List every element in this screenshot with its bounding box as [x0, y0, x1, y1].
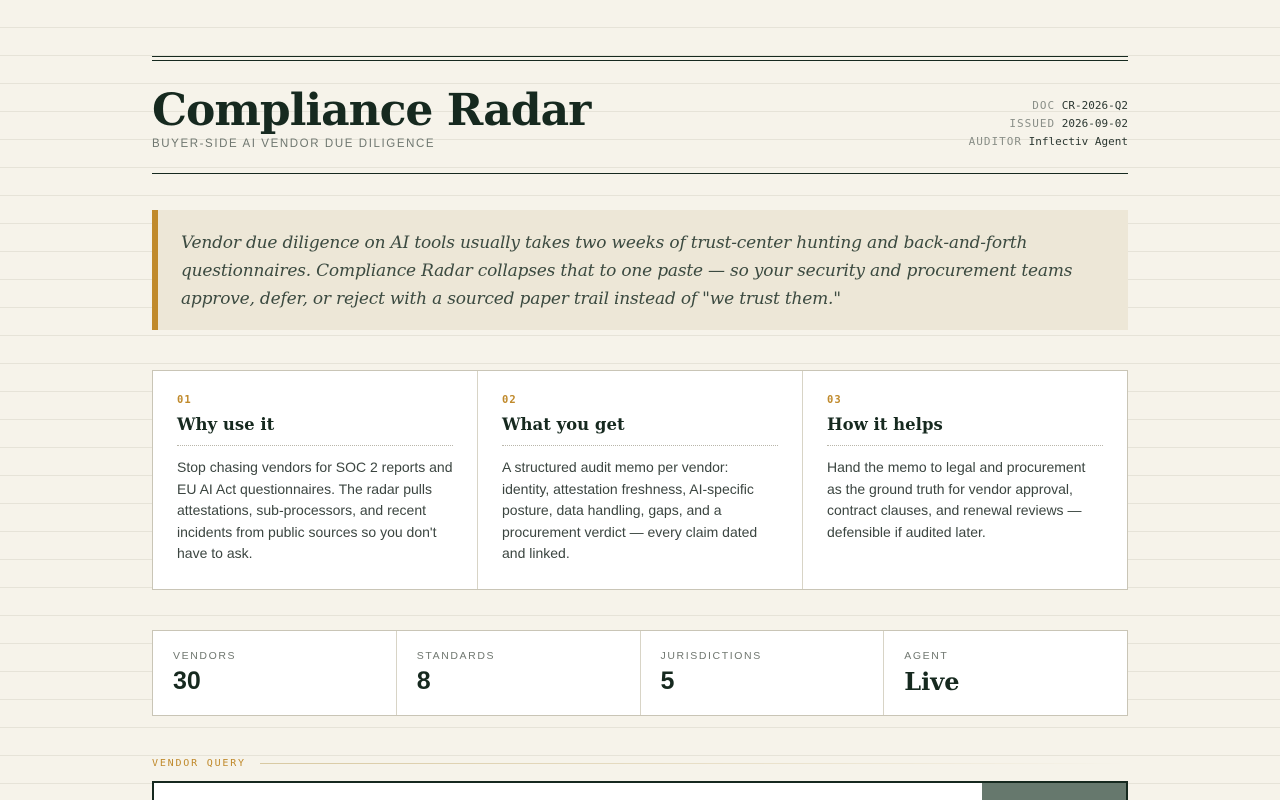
stat-value: Live — [904, 667, 960, 696]
vendor-query-label: VENDOR QUERY — [152, 758, 246, 769]
feature-number: 03 — [827, 394, 842, 406]
stat-vendors: VENDORS 30 — [153, 631, 397, 715]
feature-card-what: 02 What you get A structured audit memo … — [478, 371, 803, 589]
feature-title: How it helps — [827, 415, 1103, 446]
feature-title: What you get — [502, 415, 778, 446]
meta-doc: DOC CR-2026-Q2 — [1032, 99, 1128, 112]
stat-value: 30 — [173, 667, 201, 695]
feature-body: A structured audit memo per vendor: iden… — [502, 459, 758, 561]
feature-body: Stop chasing vendors for SOC 2 reports a… — [177, 459, 453, 561]
vendor-query-form — [152, 781, 1128, 800]
meta-auditor: AUDITOR Inflectiv Agent — [968, 135, 1128, 148]
feature-cards: 01 Why use it Stop chasing vendors for S… — [152, 370, 1128, 590]
page-subtitle: BUYER-SIDE AI VENDOR DUE DILIGENCE — [152, 138, 436, 150]
meta-issued: ISSUED 2026-09-02 — [1009, 117, 1128, 130]
header-rule — [152, 173, 1128, 174]
stat-value: 5 — [660, 667, 675, 695]
stat-value: 8 — [416, 667, 431, 695]
stat-agent: AGENT Live — [884, 631, 1127, 715]
feature-body: Hand the memo to legal and procurement a… — [827, 459, 1086, 540]
stat-label: JURISDICTIONS — [660, 650, 762, 662]
header-double-rule — [152, 56, 1128, 61]
stat-standards: STANDARDS 8 — [397, 631, 641, 715]
stats-bar: VENDORS 30 STANDARDS 8 JURISDICTIONS 5 A… — [152, 630, 1128, 716]
stat-jurisdictions: JURISDICTIONS 5 — [641, 631, 885, 715]
intro-callout: Vendor due diligence on AI tools usually… — [152, 210, 1128, 330]
vendor-query-input[interactable] — [154, 783, 982, 800]
feature-number: 01 — [177, 394, 192, 406]
feature-number: 02 — [502, 394, 517, 406]
stat-label: STANDARDS — [416, 650, 496, 662]
feature-card-why: 01 Why use it Stop chasing vendors for S… — [153, 371, 478, 589]
document-meta: DOC CR-2026-Q2 ISSUED 2026-09-02 AUDITOR… — [969, 97, 1128, 151]
page-title: Compliance Radar — [152, 85, 591, 136]
feature-card-how: 03 How it helps Hand the memo to legal a… — [803, 371, 1127, 589]
vendor-query-submit-button[interactable] — [982, 783, 1126, 800]
stat-label: VENDORS — [173, 650, 237, 662]
intro-quote: Vendor due diligence on AI tools usually… — [181, 233, 1073, 309]
stat-label: AGENT — [904, 650, 949, 662]
feature-title: Why use it — [177, 415, 453, 446]
vendor-query-divider — [260, 763, 1128, 764]
